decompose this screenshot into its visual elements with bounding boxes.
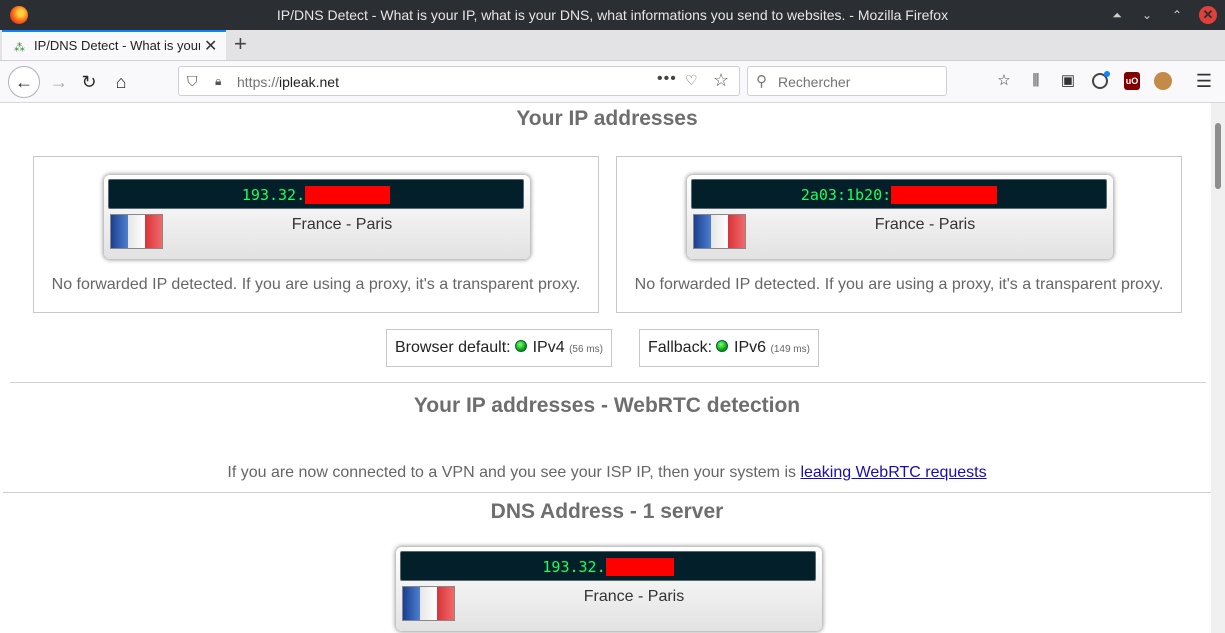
address-bar[interactable]: ⛉ 🔒︎ https://ipleak.net ••• ♡ ☆ (178, 66, 740, 96)
maximize-button[interactable]: ⌃ (1168, 6, 1186, 24)
minimize-button[interactable]: ⏶ (1108, 6, 1126, 24)
protocol-label: Fallback: (648, 339, 713, 356)
bookmark-star-icon[interactable]: ☆ (713, 70, 729, 91)
dns-heading: DNS Address - 1 server (490, 500, 724, 523)
section-divider (3, 492, 1211, 493)
page-scrollbar[interactable] (1211, 103, 1225, 633)
tab-title: IP/DNS Detect - What is your IP (34, 38, 200, 53)
tab-ipleak[interactable]: ⁂ IP/DNS Detect - What is your IP ✕ (2, 30, 226, 60)
notification-dot (1104, 71, 1110, 77)
window-titlebar: IP/DNS Detect - What is your IP, what is… (0, 0, 1225, 30)
protocol-name: IPv4 (532, 339, 565, 356)
restore-button[interactable]: ⌄ (1138, 6, 1156, 24)
secure-lock-icon[interactable]: 🔒︎ (215, 74, 221, 89)
navigation-toolbar: ← → ↻ ⌂ ⛉ 🔒︎ https://ipleak.net ••• ♡ ☆ … (0, 61, 1225, 103)
pocket-icon[interactable]: ♡ (685, 72, 698, 89)
dns-server-card: 193.32. France - Paris (396, 547, 822, 631)
redacted-ip-part (305, 186, 391, 204)
reload-button[interactable]: ↻ (76, 69, 102, 95)
status-led-icon (716, 340, 729, 353)
sidebar-icon[interactable]: ▣ (1056, 69, 1080, 93)
dns-location: France - Paris (583, 588, 685, 605)
scrollbar-thumb[interactable] (1215, 123, 1221, 189)
url-host: ipleak.net (279, 74, 339, 90)
tab-close-button[interactable]: ✕ (204, 36, 217, 56)
ip-card: 193.32. France - Paris (104, 175, 530, 259)
menu-icon[interactable]: ☰ (1192, 69, 1216, 93)
ip-address: 2a03:1b20: (800, 186, 892, 204)
library-icon[interactable]: ⫼ (1024, 69, 1048, 93)
ublock-origin-icon[interactable]: uO (1124, 72, 1140, 90)
search-bar[interactable]: ⚲ Rechercher (747, 66, 947, 96)
ip-display: 193.32. (400, 551, 816, 581)
webrtc-leak-link[interactable]: leaking WebRTC requests (800, 464, 986, 481)
search-placeholder: Rechercher (778, 74, 851, 90)
ip-display: 193.32. (108, 179, 524, 209)
ip-location: France - Paris (291, 216, 393, 233)
protocol-name: IPv6 (734, 339, 767, 356)
forward-button[interactable]: → (46, 69, 72, 95)
ip-box-ipv4: 193.32. France - Paris No forwarded IP d… (33, 156, 599, 313)
section-divider (10, 382, 1206, 383)
close-window-button[interactable]: ✕ (1199, 6, 1217, 24)
account-icon[interactable] (1092, 71, 1110, 89)
new-tab-button[interactable]: + (234, 31, 247, 57)
home-button[interactable]: ⌂ (108, 69, 134, 95)
webrtc-heading: Your IP addresses - WebRTC detection (413, 394, 801, 417)
search-icon: ⚲ (756, 73, 767, 90)
webrtc-note-text: If you are now connected to a VPN and yo… (227, 464, 801, 481)
bookmarks-star-icon[interactable]: ☆ (992, 69, 1016, 93)
forwarded-ip-note: No forwarded IP detected. If you are usi… (51, 276, 581, 293)
status-led-icon (514, 340, 527, 353)
ip-addresses-heading: Your IP addresses (516, 107, 698, 130)
ip-location: France - Paris (874, 216, 976, 233)
ipleak-favicon-icon: ⁂ (14, 42, 25, 54)
cookie-extension-icon[interactable] (1154, 72, 1172, 90)
page-content: Your IP addresses 193.32. France - Paris… (3, 103, 1211, 633)
page-actions-button[interactable]: ••• (657, 70, 677, 88)
forwarded-ip-note: No forwarded IP detected. If you are usi… (634, 276, 1164, 293)
dns-ip-address: 193.32. (542, 558, 606, 576)
redacted-ip-part (891, 186, 998, 204)
browser-default-protocol: Browser default: IPv4 (56 ms) (386, 329, 612, 367)
back-button[interactable]: ← (8, 66, 40, 98)
protocol-label: Browser default: (395, 339, 511, 356)
webrtc-note: If you are now connected to a VPN and yo… (3, 464, 1211, 482)
tab-strip: ⁂ IP/DNS Detect - What is your IP ✕ + (0, 30, 1225, 61)
ip-box-ipv6: 2a03:1b20: France - Paris No forwarded I… (616, 156, 1182, 313)
protocol-latency: (149 ms) (770, 344, 810, 355)
ip-card: 2a03:1b20: France - Paris (687, 175, 1113, 259)
url-scheme: https:// (237, 74, 280, 90)
tracking-protection-shield-icon[interactable]: ⛉ (187, 73, 198, 90)
window-title: IP/DNS Detect - What is your IP, what is… (276, 7, 949, 23)
ip-address: 193.32. (241, 186, 306, 204)
fallback-protocol: Fallback: IPv6 (149 ms) (639, 329, 819, 367)
redacted-ip-part (605, 558, 674, 576)
ip-display: 2a03:1b20: (691, 179, 1107, 209)
url-text[interactable]: https://ipleak.net (237, 74, 339, 90)
protocol-latency: (56 ms) (569, 344, 603, 355)
